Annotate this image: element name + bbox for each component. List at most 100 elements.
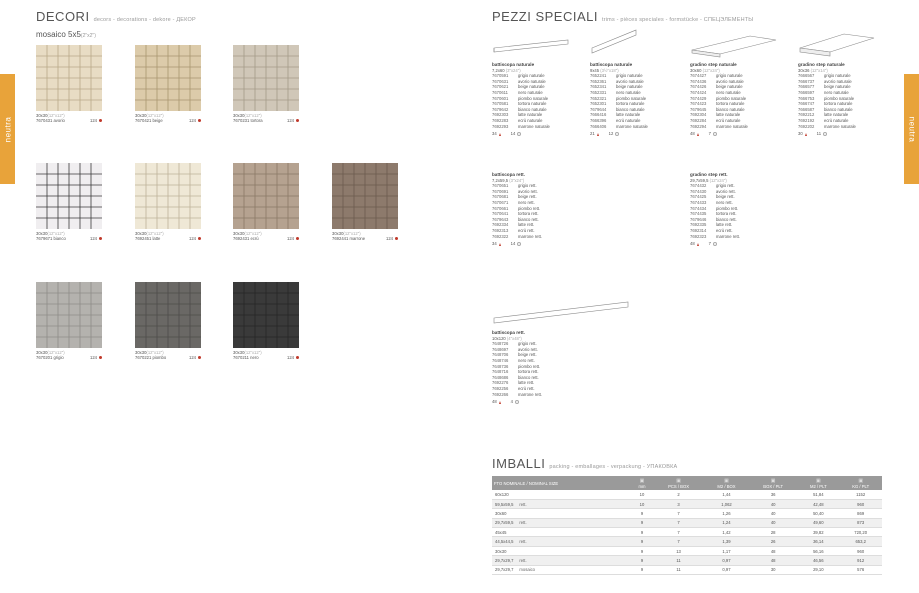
tile-code-row: 7670421 beige 124 [135,118,201,123]
packing-cell: 7 [653,518,704,529]
trim-row: 7666406 marrone naturale [590,124,648,130]
packing-header-label: M2 / PLT [809,483,827,489]
tile-caption: 30x30(12"x12") 7692441 marrone 124 [332,231,398,241]
tile-color-name: avorio [53,118,65,123]
side-tab-label: neutra [907,116,916,142]
packing-size-suffix: rett. [519,539,527,545]
packing-cell: 9 [630,565,654,576]
trim-color: marrone rett. [716,233,740,239]
tile-qty-value: 124 [189,236,196,241]
trim-footer: 34 14 [492,241,542,247]
tile-code-value: 7670421 [135,118,153,123]
packing-cell: 9 [630,536,654,547]
packing-cell: 11 [653,565,704,576]
trim-dim-unit: (12"x24") [708,177,727,183]
packing-cell: 1,17 [703,546,750,557]
trim-qty-b-value: 14 [510,241,516,247]
trim-qty-a-value: 34 [492,241,497,247]
battiscopa-drawing [493,39,569,53]
mosaic-tile [233,163,299,229]
packing-header-label: M2 / BOX [717,483,736,489]
packing-size: 29,7x59,5 [495,520,514,526]
packing-size-suffix: rett. [519,520,527,526]
packing-header-cell: ▣ M2 / BOX [703,476,750,490]
packing-cell: 9 [630,518,654,529]
mosaic-tile [36,282,102,348]
packing-cell: 56,16 [797,546,840,557]
gradino-drawing [799,33,875,57]
tile-code-value: 7670201 [36,355,54,360]
packing-cell: 7 [653,536,704,547]
trim-block: battiscopa rett. 10x120 (4"x48") 7648726 gr… [492,330,542,405]
tile-qty-value: 124 [287,355,294,360]
trim-row: 7692294 marrone naturale [690,124,748,130]
trim-qty-b-value: 11 [816,131,822,137]
tile-color-name: nero [250,355,259,360]
tile-code-row: 7670211 nero 124 [233,355,299,360]
packing-cell: 39,82 [797,527,840,538]
packing-size-cell: 45x45 [492,527,631,538]
trim-qty-a: 21 [590,131,599,137]
circle-icon [615,132,620,137]
trim-color: marrone naturale [616,123,648,129]
packing-cell: 1,39 [703,536,750,547]
mosaico-title: mosaico 5x5(2"x2") [36,30,96,39]
trim-qty-a-value: 21 [590,131,595,137]
tile-code-row: 7692451 latte 124 [135,236,201,241]
trim-qty-a: 48 [492,399,501,405]
tile-code-row: 7670231 tortora 124 [233,118,299,123]
trim-qty-a: 30 [798,131,807,137]
tile-code: 7692451 latte [135,236,160,241]
stock-dot-icon [296,237,299,240]
trim-footer: 21 12 [590,131,648,137]
tile-qty: 124 [287,236,299,241]
packing-size-cell: 60x120 [492,490,631,500]
tile-color-name: bianco [53,236,66,241]
warning-triangle-icon [696,132,699,136]
packing-cell: 0,97 [703,555,750,566]
tile-code: 7679671 bianco [36,236,66,241]
side-tab-right: neutra [904,74,919,184]
stock-dot-icon [198,119,201,122]
tile-qty: 124 [90,355,102,360]
tile-qty: 124 [90,118,102,123]
mosaic-swatch [36,45,102,111]
tile-qty-value: 124 [287,118,294,123]
trim-color: marrone naturale [518,123,550,129]
tile-color-name: marrone [349,236,366,241]
packing-cell: 3 [653,499,704,510]
tile-color-name: ecrù [250,236,259,241]
trim-block: battiscopa rett. 7,2x59,5 (3"x24") 7670651… [492,172,542,247]
table-row: 60x120 10 2 1,44 36 51,84 1152 [492,490,882,500]
packing-cell: 912 [839,555,882,566]
imballi-title: IMBALLI [492,456,546,471]
trim-dim-unit: (3"x24") [508,177,525,183]
trim-row: 7692322 marrone rett. [492,234,542,240]
mosaic-tile [36,163,102,229]
packing-size: 45x45 [495,529,507,535]
packing-header-cell: ▣ PCS / BOX [653,476,704,490]
trim-code: 7692294 [690,123,707,129]
packing-size-cell: 29,7x29,7 rett. [492,555,631,566]
trim-qty-a-value: 48 [690,241,695,247]
pezzi-subtitle: trims - pièces speciales - formstücke - … [601,17,754,23]
tile-code: 7670201 grigio [36,355,64,360]
trim-qty-b-value: 14 [510,131,516,137]
trim-qty-b: 11 [816,131,828,137]
table-row: 44,5x44,5 rett. 9 7 1,39 26 36,14 653,2 [492,536,882,547]
table-row: 30x60 9 7 1,26 40 50,40 869 [492,508,882,519]
tile-code-row: 7692441 marrone 124 [332,236,398,241]
packing-cell: 36,14 [797,536,840,547]
packing-cell: 40 [749,499,798,510]
warning-triangle-icon [804,132,807,136]
tile-caption: 30x30(12"x12") 7670211 nero 124 [233,350,299,360]
table-row: 29,7x59,5 rett. 9 7 1,24 40 49,60 873 [492,518,882,529]
tile-qty: 124 [287,355,299,360]
mosaic-swatch [233,45,299,111]
trim-qty-b: 14 [511,131,522,137]
pezzi-title: PEZZI SPECIALI [492,9,598,24]
mosaic-tile [36,45,102,111]
packing-cell: 36 [749,490,798,500]
packing-cell: 653,2 [839,536,882,547]
circle-icon [713,132,718,137]
